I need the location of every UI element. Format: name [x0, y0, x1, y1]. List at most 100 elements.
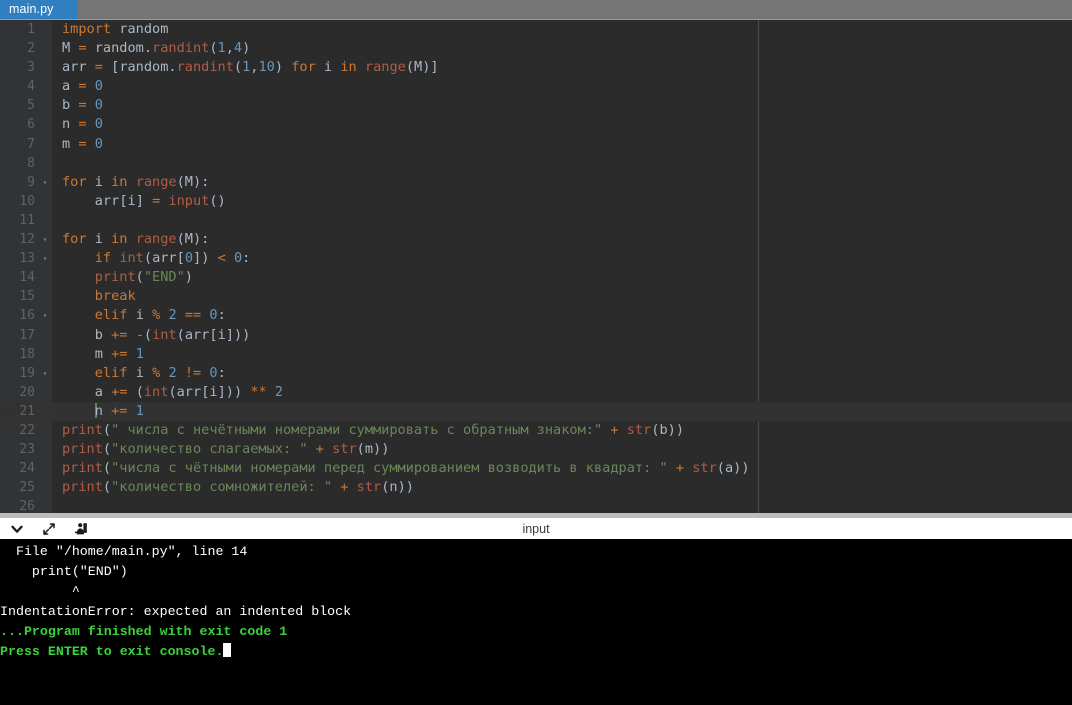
fold-toggle-icon[interactable]: ▾ — [38, 172, 52, 192]
code-line[interactable]: 25 print("количество сомножителей: " + st… — [0, 478, 1072, 498]
code-line[interactable]: 19 ▾ elif i % 2 != 0: — [0, 363, 1072, 383]
code-line-text — [52, 211, 1072, 230]
fold-gutter-spacer — [38, 382, 52, 402]
code-line[interactable]: 1 import random — [0, 20, 1072, 40]
fold-gutter-spacer — [38, 344, 52, 364]
fold-gutter-spacer — [38, 325, 52, 345]
code-line-text: break — [94, 288, 136, 305]
code-line-text: n += 1 — [52, 401, 1072, 421]
line-number: 24 — [0, 459, 38, 479]
tab-label: main.py — [9, 2, 54, 16]
line-number: 10 — [0, 191, 38, 211]
editor-tab-bar: main.py — [0, 0, 1072, 20]
code-line-text: if int(arr[0]) < 0: — [94, 250, 251, 267]
console-cursor — [223, 643, 232, 657]
console-line: print("END") — [0, 564, 128, 579]
expand-arrows-icon[interactable] — [39, 519, 58, 538]
fold-gutter-spacer — [38, 58, 52, 78]
code-line[interactable]: 21 n += 1 — [0, 401, 1072, 421]
code-editor[interactable]: 1 import random 2 M = random.randint(1,4) 3 a… — [0, 20, 1072, 513]
code-line[interactable]: 20 a += (int(arr[i])) ** 2 — [0, 382, 1072, 402]
console-output[interactable]: File "/home/main.py", line 14 print("END… — [0, 539, 1072, 705]
code-line[interactable]: 14 print("END") — [0, 268, 1072, 288]
line-number: 20 — [0, 382, 38, 402]
fold-toggle-icon[interactable]: ▾ — [38, 249, 52, 269]
console-line: IndentationError: expected an indented b… — [0, 604, 352, 619]
code-line-text: elif i % 2 == 0: — [94, 307, 226, 324]
fold-gutter-spacer — [38, 478, 52, 498]
fold-gutter-spacer — [38, 210, 52, 231]
code-line-text — [52, 497, 1072, 513]
code-line-text: n = 0 — [62, 116, 103, 133]
line-number: 17 — [0, 325, 38, 345]
line-number: 14 — [0, 268, 38, 288]
console-title: input — [522, 521, 550, 536]
code-line-text: import random — [62, 21, 169, 37]
console-tool-group — [0, 519, 90, 538]
code-line-text: a += (int(arr[i])) ** 2 — [94, 383, 284, 400]
line-number: 25 — [0, 478, 38, 498]
line-number: 18 — [0, 344, 38, 364]
code-line-text: b = 0 — [62, 97, 103, 114]
fold-gutter-spacer — [38, 459, 52, 479]
code-line-text: print("количество слагаемых: " + str(m)) — [62, 441, 390, 458]
code-line[interactable]: 18 m += 1 — [0, 344, 1072, 364]
code-line[interactable]: 7 m = 0 — [0, 134, 1072, 154]
code-line-text: arr = [random.randint(1,10) for i in ran… — [62, 59, 439, 76]
code-line[interactable]: 5 b = 0 — [0, 96, 1072, 116]
code-line[interactable]: 16 ▾ elif i % 2 == 0: — [0, 306, 1072, 326]
line-number: 9 — [0, 172, 38, 192]
fold-gutter-spacer — [38, 134, 52, 154]
chevron-down-icon[interactable] — [7, 519, 26, 538]
code-line[interactable]: 11 — [0, 210, 1072, 231]
fold-gutter-spacer — [38, 287, 52, 307]
line-number: 21 — [0, 401, 38, 421]
line-number: 7 — [0, 134, 38, 154]
code-line-text: m += 1 — [94, 345, 144, 362]
fold-gutter-spacer — [38, 420, 52, 441]
code-line[interactable]: 8 — [0, 153, 1072, 173]
code-line[interactable]: 3 arr = [random.randint(1,10) for i in ra… — [0, 58, 1072, 78]
code-line[interactable]: 17 b += -(int(arr[i])) — [0, 325, 1072, 345]
code-lines-container: 1 import random 2 M = random.randint(1,4) 3 a… — [0, 20, 1072, 513]
code-line-text: m = 0 — [62, 135, 103, 152]
code-line[interactable]: 15 break — [0, 287, 1072, 307]
fold-toggle-icon[interactable]: ▾ — [38, 363, 52, 383]
fold-toggle-icon[interactable]: ▾ — [38, 230, 52, 250]
code-line[interactable]: 26 — [0, 497, 1072, 513]
line-number: 11 — [0, 210, 38, 231]
code-line-text: print("количество сомножителей: " + str(… — [62, 479, 414, 496]
tab-main-py[interactable]: main.py — [0, 0, 78, 19]
code-line[interactable]: 22 print(" числа с нечётными номерами сум… — [0, 420, 1072, 441]
code-line[interactable]: 2 M = random.randint(1,4) — [0, 39, 1072, 59]
console-toolbar: input — [0, 513, 1072, 539]
line-number: 15 — [0, 287, 38, 307]
line-number: 3 — [0, 58, 38, 78]
code-line[interactable]: 13 ▾ if int(arr[0]) < 0: — [0, 249, 1072, 269]
export-person-icon[interactable] — [71, 519, 90, 538]
fold-gutter-spacer — [38, 191, 52, 211]
code-line-text: M = random.randint(1,4) — [62, 40, 251, 57]
code-line[interactable]: 12 ▾ for i in range(M): — [0, 230, 1072, 250]
code-line[interactable]: 6 n = 0 — [0, 115, 1072, 135]
fold-gutter-spacer — [38, 20, 52, 40]
code-line[interactable]: 23 print("количество слагаемых: " + str(m… — [0, 440, 1072, 460]
code-line-text: print("числа с чётными номерами перед су… — [62, 460, 750, 477]
code-line[interactable]: 24 print("числа с чётными номерами перед … — [0, 459, 1072, 479]
code-line-text: print(" числа с нечётными номерами сумми… — [62, 421, 685, 438]
code-line[interactable]: 10 arr[i] = input() — [0, 191, 1072, 211]
fold-gutter-spacer — [38, 77, 52, 97]
code-line-text: elif i % 2 != 0: — [94, 364, 226, 381]
line-number: 12 — [0, 230, 38, 250]
line-number: 2 — [0, 39, 38, 59]
code-line-text: arr[i] = input() — [94, 192, 226, 209]
console-line: Press ENTER to exit console. — [0, 642, 1072, 662]
console-line: ^ — [0, 584, 80, 599]
fold-toggle-icon[interactable]: ▾ — [38, 306, 52, 326]
code-line[interactable]: 4 a = 0 — [0, 77, 1072, 97]
fold-gutter-spacer — [38, 440, 52, 460]
code-line-text: for i in range(M): — [62, 173, 210, 190]
code-line[interactable]: 9 ▾ for i in range(M): — [0, 172, 1072, 192]
line-number: 23 — [0, 440, 38, 460]
fold-gutter-spacer — [38, 153, 52, 173]
